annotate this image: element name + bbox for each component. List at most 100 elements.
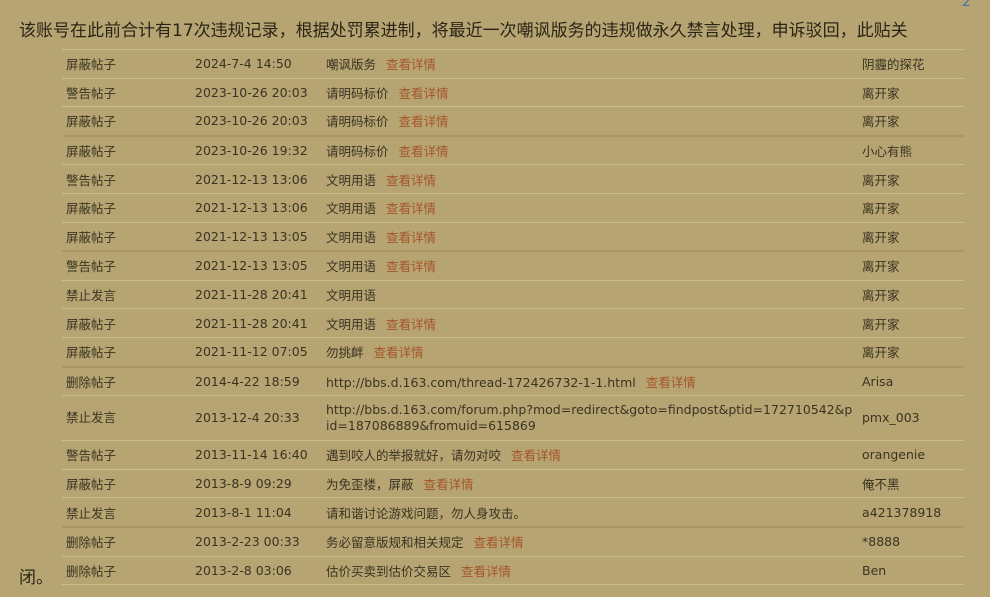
record-operator[interactable]: 离开家 [858, 193, 964, 223]
record-row: 警告帖子 2013-11-14 16:40 遇到咬人的举报就好，请勿对咬 查看详情 or… [62, 440, 964, 470]
record-reason: 文明用语 [326, 288, 377, 304]
record-action: 警告帖子 [62, 164, 191, 194]
record-reason: 遇到咬人的举报就好，请勿对咬 [326, 448, 502, 464]
view-details-link[interactable]: 查看详情 [424, 477, 474, 492]
record-reason: 文明用语 [326, 259, 377, 275]
record-operator[interactable]: 离开家 [858, 106, 964, 137]
record-operator[interactable]: 离开家 [858, 337, 964, 368]
record-action: 屏蔽帖子 [62, 222, 191, 253]
view-details-link[interactable]: 查看详情 [374, 345, 424, 360]
record-operator[interactable]: *8888 [858, 526, 964, 557]
record-reason-cell: 估价买卖到估价交易区 查看详情 [322, 556, 858, 586]
record-reason: 嘲讽版务 [326, 57, 377, 73]
view-details-link[interactable]: 查看详情 [386, 317, 436, 332]
record-operator[interactable]: pmx_003 [858, 395, 964, 442]
record-row: 屏蔽帖子 2013-8-9 09:29 为免歪楼，屏蔽 查看详情 俺不黑 [62, 469, 964, 499]
record-reason-cell: 文明用语 查看详情 [322, 251, 858, 281]
record-reason: http://bbs.d.163.com/forum.php?mod=redir… [326, 402, 853, 434]
record-action: 屏蔽帖子 [62, 469, 191, 499]
record-operator[interactable]: 离开家 [858, 251, 964, 281]
record-reason-cell: 文明用语 [322, 280, 858, 310]
record-action: 禁止发言 [62, 280, 191, 310]
record-date: 2021-11-12 07:05 [191, 337, 322, 368]
view-details-link[interactable]: 查看详情 [511, 448, 561, 463]
record-row: 屏蔽帖子 2023-10-26 20:03 请明码标价 查看详情 离开家 [62, 106, 964, 137]
record-row: 警告帖子 2023-10-26 20:03 请明码标价 查看详情 离开家 [62, 78, 964, 108]
record-reason: 为免歪楼，屏蔽 [326, 477, 414, 493]
record-date: 2023-10-26 20:03 [191, 78, 322, 108]
record-operator[interactable]: Arisa [858, 366, 964, 397]
record-date: 2023-10-26 20:03 [191, 106, 322, 137]
record-operator[interactable]: 离开家 [858, 78, 964, 108]
view-details-link[interactable]: 查看详情 [399, 114, 449, 129]
record-reason-cell: 文明用语 查看详情 [322, 164, 858, 194]
record-operator[interactable]: 俺不黑 [858, 469, 964, 499]
record-reason: http://bbs.d.163.com/thread-172426732-1-… [326, 374, 636, 390]
record-row: 警告帖子 2021-12-13 13:06 文明用语 查看详情 离开家 [62, 164, 964, 194]
record-action: 屏蔽帖子 [62, 106, 191, 137]
view-details-link[interactable]: 查看详情 [386, 173, 436, 188]
record-operator[interactable]: 阴霾的探花 [858, 49, 964, 79]
view-details-link[interactable]: 查看详情 [386, 259, 436, 274]
record-action: 警告帖子 [62, 440, 191, 470]
record-reason-cell: 文明用语 查看详情 [322, 308, 858, 338]
record-operator[interactable]: Ben [858, 556, 964, 586]
record-operator[interactable]: 小心有熊 [858, 135, 964, 166]
record-reason-cell: 务必留意版规和相关规定 查看详情 [322, 526, 858, 557]
record-operator[interactable]: 离开家 [858, 308, 964, 338]
record-operator[interactable]: 离开家 [858, 222, 964, 253]
record-reason-cell: http://bbs.d.163.com/forum.php?mod=redir… [322, 395, 858, 442]
record-date: 2013-2-23 00:33 [191, 526, 322, 557]
record-action: 删除帖子 [62, 526, 191, 557]
moderation-notice-end: 闭。 [19, 568, 53, 588]
record-row: 屏蔽帖子 2023-10-26 19:32 请明码标价 查看详情 小心有熊 [62, 135, 964, 166]
record-reason: 文明用语 [326, 201, 377, 217]
record-reason-cell: 文明用语 查看详情 [322, 193, 858, 223]
view-details-link[interactable]: 查看详情 [474, 535, 524, 550]
record-action: 屏蔽帖子 [62, 337, 191, 368]
record-action: 删除帖子 [62, 556, 191, 586]
record-date: 2013-12-4 20:33 [191, 395, 322, 442]
record-reason: 文明用语 [326, 316, 377, 332]
record-reason-cell: 为免歪楼，屏蔽 查看详情 [322, 469, 858, 499]
record-action: 警告帖子 [62, 251, 191, 281]
record-operator[interactable]: a421378918 [858, 497, 964, 528]
record-row: 屏蔽帖子 2024-7-4 14:50 嘲讽版务 查看详情 阴霾的探花 [62, 49, 964, 79]
record-date: 2021-12-13 13:06 [191, 193, 322, 223]
record-date: 2021-12-13 13:05 [191, 222, 322, 253]
record-date: 2024-7-4 14:50 [191, 49, 322, 79]
record-operator[interactable]: orangenie [858, 440, 964, 470]
record-row: 警告帖子 2021-12-13 13:05 文明用语 查看详情 离开家 [62, 251, 964, 281]
record-reason: 务必留意版规和相关规定 [326, 535, 464, 551]
record-date: 2013-8-1 11:04 [191, 497, 322, 528]
violation-records-table: 屏蔽帖子 2024-7-4 14:50 嘲讽版务 查看详情 阴霾的探花 警告帖子 2023-… [62, 49, 964, 586]
record-reason-cell: 请明码标价 查看详情 [322, 135, 858, 166]
view-details-link[interactable]: 查看详情 [399, 86, 449, 101]
record-reason-cell: 遇到咬人的举报就好，请勿对咬 查看详情 [322, 440, 858, 470]
record-action: 删除帖子 [62, 366, 191, 397]
view-details-link[interactable]: 查看详情 [399, 144, 449, 159]
record-row: 删除帖子 2013-2-23 00:33 务必留意版规和相关规定 查看详情 *8888 [62, 526, 964, 557]
view-details-link[interactable]: 查看详情 [646, 375, 696, 390]
record-row: 删除帖子 2014-4-22 18:59 http://bbs.d.163.com/… [62, 366, 964, 397]
view-details-link[interactable]: 查看详情 [461, 564, 511, 579]
view-details-link[interactable]: 查看详情 [386, 230, 436, 245]
corner-page-mark: 2 [962, 0, 971, 10]
record-date: 2023-10-26 19:32 [191, 135, 322, 166]
view-details-link[interactable]: 查看详情 [386, 201, 436, 216]
record-reason: 请明码标价 [326, 85, 389, 101]
record-reason-cell: 文明用语 查看详情 [322, 222, 858, 253]
record-action: 屏蔽帖子 [62, 193, 191, 223]
record-date: 2021-12-13 13:06 [191, 164, 322, 194]
record-row: 禁止发言 2013-8-1 11:04 请和谐讨论游戏问题，勿人身攻击。 a42137… [62, 497, 964, 528]
view-details-link[interactable]: 查看详情 [386, 57, 436, 72]
record-date: 2014-4-22 18:59 [191, 366, 322, 397]
record-operator[interactable]: 离开家 [858, 164, 964, 194]
record-reason: 文明用语 [326, 172, 377, 188]
record-action: 屏蔽帖子 [62, 135, 191, 166]
record-reason-cell: 请明码标价 查看详情 [322, 106, 858, 137]
record-operator[interactable]: 离开家 [858, 280, 964, 310]
record-reason-cell: 请和谐讨论游戏问题，勿人身攻击。 [322, 497, 858, 528]
record-row: 屏蔽帖子 2021-11-28 20:41 文明用语 查看详情 离开家 [62, 308, 964, 338]
record-row: 禁止发言 2013-12-4 20:33 http://bbs.d.163.com/… [62, 395, 964, 442]
